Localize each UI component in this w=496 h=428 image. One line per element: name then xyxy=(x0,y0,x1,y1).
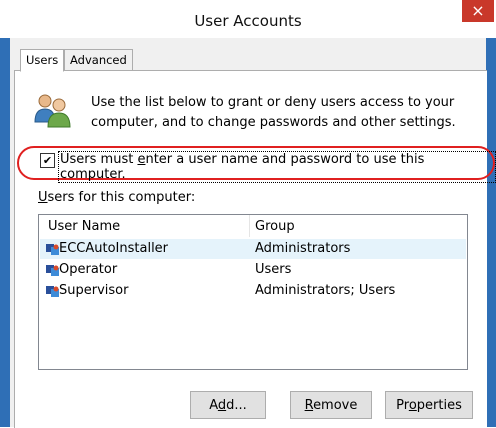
description-text: Use the list below to grant or deny user… xyxy=(91,95,456,130)
user-account-icon xyxy=(46,265,59,276)
group-cell: Users xyxy=(255,262,292,277)
group-cell: Administrators; Users xyxy=(255,283,396,298)
add-label-pre: A xyxy=(209,398,218,413)
user-name-cell: Supervisor xyxy=(59,283,129,298)
add-button[interactable]: Add... xyxy=(190,391,266,419)
user-account-icon xyxy=(46,244,59,255)
add-label-mnemonic: d xyxy=(217,398,227,413)
require-password-label[interactable]: Users must enter a user name and passwor… xyxy=(58,151,496,183)
user-name-cell: ECCAutoInstaller xyxy=(59,241,169,256)
remove-label-mnemonic: R xyxy=(304,398,314,413)
users-label-rest: sers for this computer: xyxy=(47,190,196,205)
checkbox-label-pre: Users must xyxy=(60,152,138,167)
properties-label-mnemonic: o xyxy=(408,398,417,413)
users-label-mnemonic: U xyxy=(38,190,48,205)
group-cell: Administrators xyxy=(255,241,351,256)
properties-button[interactable]: Properties xyxy=(385,391,473,419)
column-header-user-name[interactable]: User Name xyxy=(48,219,120,234)
tab-users[interactable]: Users xyxy=(20,49,65,72)
remove-label-post: emove xyxy=(313,398,358,413)
require-password-checkbox[interactable]: ✔ xyxy=(40,153,55,168)
close-button[interactable]: × xyxy=(462,0,494,22)
properties-label-pre: Pr xyxy=(396,398,409,413)
remove-button[interactable]: Remove xyxy=(290,391,372,419)
properties-label-post: perties xyxy=(416,398,462,413)
title-bar: User Accounts × xyxy=(0,0,496,38)
table-row[interactable]: Operator Users xyxy=(40,260,466,280)
user-name-cell: Operator xyxy=(59,262,118,277)
tab-advanced[interactable]: Advanced xyxy=(64,49,133,71)
users-icon xyxy=(34,94,71,128)
column-divider[interactable] xyxy=(249,215,250,237)
table-row[interactable]: ECCAutoInstaller Administrators xyxy=(40,239,466,259)
users-list-label: Users for this computer: xyxy=(38,190,195,205)
users-list[interactable]: User Name Group ECCAutoInstaller Adminis… xyxy=(38,214,468,370)
table-row[interactable]: Supervisor Administrators; Users xyxy=(40,281,466,301)
column-header-group[interactable]: Group xyxy=(255,219,295,234)
window-title: User Accounts xyxy=(194,12,302,30)
user-account-icon xyxy=(46,286,59,297)
add-label-post: d... xyxy=(226,398,247,413)
